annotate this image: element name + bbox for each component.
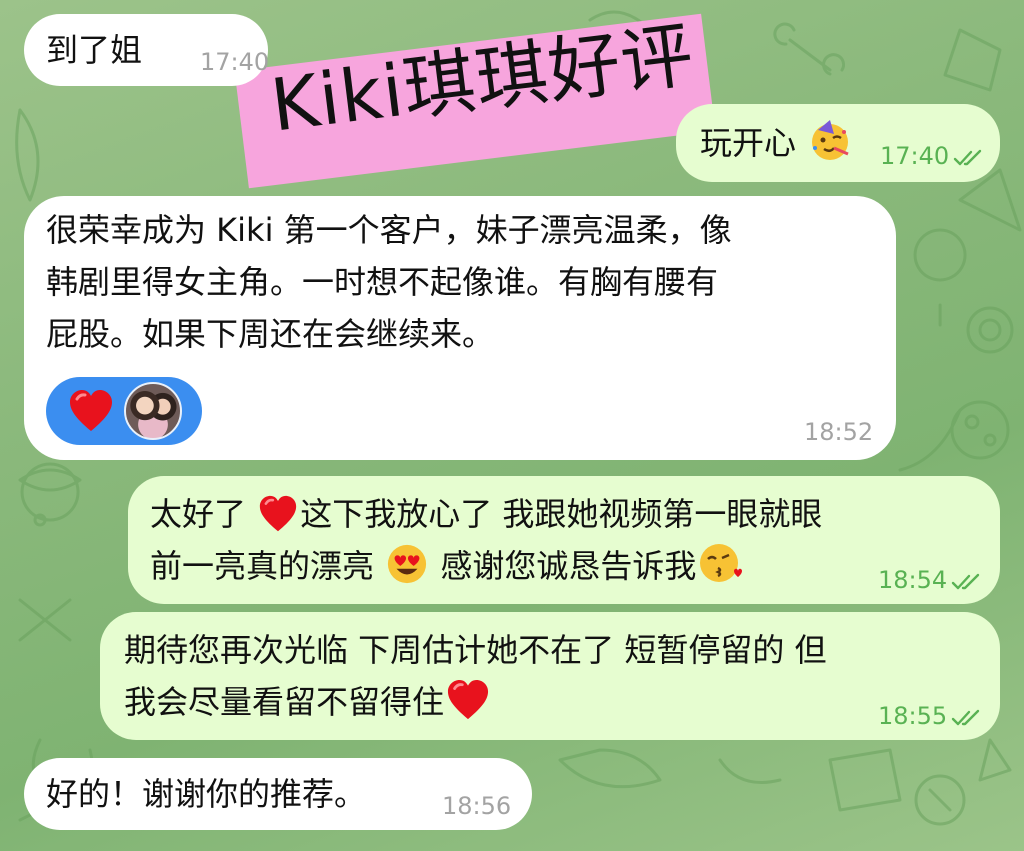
message-text-line: 太好了 这下我放心了 我跟她视频第一眼就眼 (150, 495, 823, 533)
message-time: 17:40 (880, 144, 985, 168)
message-incoming[interactable]: 到了姐 17:40 (24, 14, 270, 86)
message-text-line: 期待您再次光临 下周估计她不在了 短暂停留的 但 (124, 631, 827, 669)
message-text-line: 我会尽量看留不留得住 (124, 676, 1000, 728)
message-text-line: 前一亮真的漂亮 感谢您诚恳告诉我 (150, 540, 1000, 592)
message-time: 18:54 (878, 568, 983, 592)
message-text: 玩开心 (700, 124, 797, 162)
message-text-line: 屁股。如果下周还在会继续来。 (46, 315, 495, 353)
reaction-pill[interactable] (46, 377, 202, 445)
message-text-line: 很荣幸成为 Kiki 第一个客户，妹子漂亮温柔，像 (46, 211, 732, 249)
partying-face-emoji (812, 120, 849, 160)
message-time: 18:56 (442, 792, 512, 820)
message-incoming[interactable]: 好的！谢谢你的推荐。 18:56 (24, 758, 532, 830)
message-time: 18:55 (878, 704, 983, 728)
read-double-check-icon (951, 573, 980, 590)
read-double-check-icon (953, 149, 982, 166)
message-time: 17:40 (200, 48, 270, 76)
face-blowing-kiss-emoji (700, 544, 743, 582)
message-outgoing[interactable]: 太好了 这下我放心了 我跟她视频第一眼就眼 前一亮真的漂亮 感谢您诚恳告诉我 1… (128, 476, 1000, 604)
red-heart-emoji (447, 679, 489, 720)
red-heart-emoji (260, 495, 297, 532)
heart-eyes-emoji (388, 544, 427, 584)
red-heart-emoji (70, 390, 112, 431)
message-outgoing[interactable]: 玩开心 17:40 (676, 104, 1000, 182)
message-time: 18:52 (804, 418, 874, 446)
message-text-line: 韩剧里得女主角。一时想不起像谁。有胸有腰有 (46, 263, 719, 301)
reactor-avatar (124, 382, 182, 440)
message-outgoing[interactable]: 期待您再次光临 下周估计她不在了 短暂停留的 但 我会尽量看留不留得住 18:5… (100, 612, 1000, 740)
read-double-check-icon (951, 709, 980, 726)
